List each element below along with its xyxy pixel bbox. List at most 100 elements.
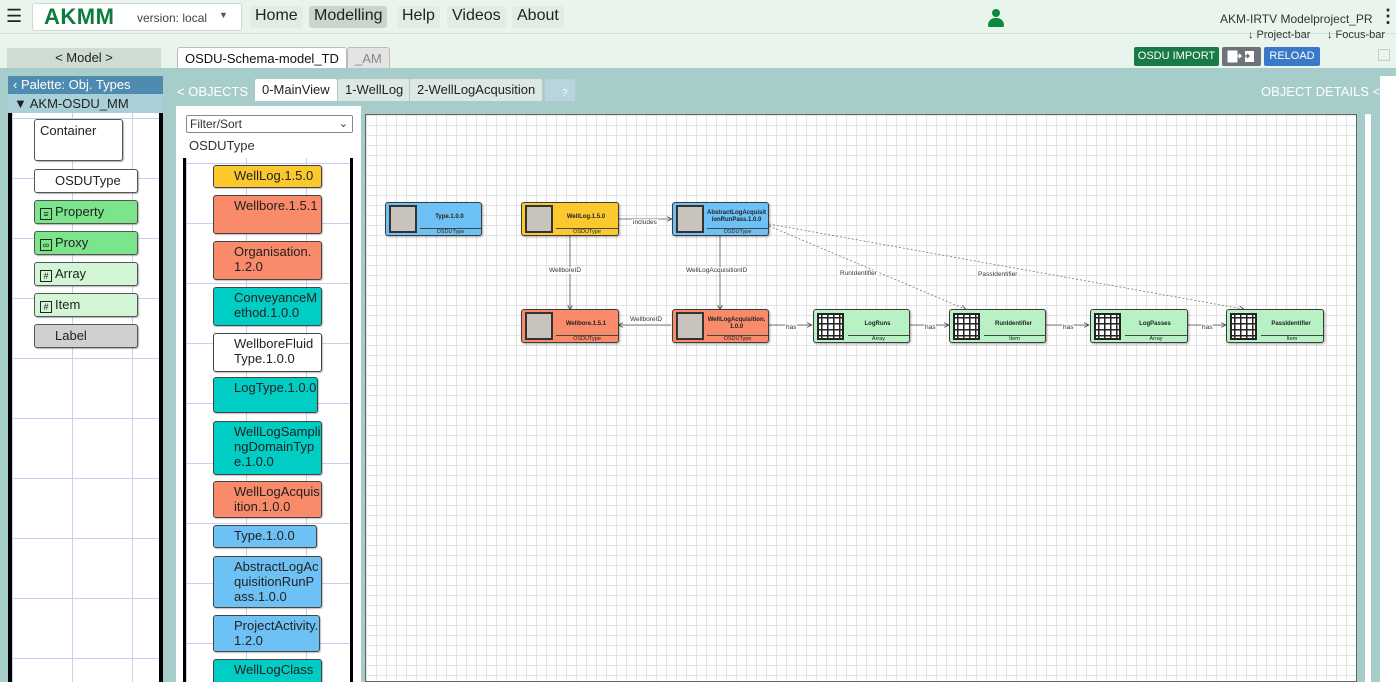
edge-label: WellboreID [548, 267, 583, 274]
edge-label: has [1062, 324, 1075, 331]
grid-icon: # [40, 270, 52, 282]
focus-bar-toggle[interactable]: ↓ Focus-bar [1327, 29, 1385, 41]
diagram-node-abstract-run-pass[interactable]: AbstractLogAcquisitionRunPass.1.0.0 OSDU… [672, 202, 769, 236]
node-type: Item [1261, 335, 1323, 342]
osdu-import-button[interactable]: OSDU IMPORT [1134, 47, 1219, 66]
palette-item-container[interactable]: Container [34, 119, 123, 161]
node-name: LogPasses [1139, 320, 1171, 327]
object-item[interactable]: WellLogClass [213, 659, 322, 682]
palette-item-property[interactable]: ≡ Property [34, 200, 138, 224]
object-item[interactable]: Organisation.1.2.0 [213, 241, 322, 280]
nav-videos[interactable]: Videos [447, 6, 506, 28]
edge-label: RunIdentifier [839, 270, 878, 277]
objects-toggle[interactable]: < OBJECTS [177, 84, 248, 99]
diagram-node-runidentifier[interactable]: RunIdentifier Item [949, 309, 1046, 343]
object-item[interactable]: ProjectActivity.1.2.0 [213, 615, 320, 652]
file-tab-osdu-schema[interactable]: OSDU-Schema-model_TD [177, 47, 347, 69]
object-image-icon [525, 205, 553, 233]
palette-header[interactable]: ‹ Palette: Obj. Types [8, 76, 163, 94]
reload-button[interactable]: RELOAD [1264, 47, 1320, 66]
nav-modelling[interactable]: Modelling [309, 6, 388, 28]
node-name: Wellbore.1.5.1 [565, 320, 607, 327]
help-icon[interactable]: ? [562, 88, 568, 99]
object-item[interactable]: Type.1.0.0 [213, 525, 317, 548]
palette-item-proxy[interactable]: ∞ Proxy [34, 231, 138, 255]
model-toolbar: < Model > OSDU-Schema-model_TD _AM OSDU … [0, 34, 1396, 69]
palette-item-label-type[interactable]: Label [34, 324, 138, 348]
filter-sort-select[interactable]: Filter/Sort ⌄ [186, 115, 353, 133]
object-image-icon [525, 312, 553, 340]
external-link-icon[interactable] [1378, 49, 1390, 61]
node-name: LogRuns [864, 320, 891, 327]
more-vertical-icon[interactable]: ⋮ [1379, 7, 1396, 25]
palette-item-label: Proxy [55, 235, 89, 250]
palette-metamodel[interactable]: ▼ AKM-OSDU_MM [8, 94, 163, 113]
user-icon[interactable] [988, 9, 1004, 27]
object-image-icon [389, 205, 417, 233]
diagram-node-welllog-acquisition[interactable]: WellLogAcquisition.1.0.0 OSDUType [672, 309, 769, 343]
nav-home[interactable]: Home [250, 6, 303, 28]
node-type: OSDUType [556, 228, 618, 235]
model-toggle-button[interactable]: < Model > [7, 48, 161, 68]
diagram-links [365, 114, 1357, 682]
grid-icon [1230, 313, 1257, 340]
metamodel-name: AKM-OSDU_MM [29, 96, 129, 111]
diagram-node-logruns[interactable]: LogRuns Array [813, 309, 910, 343]
diagram-node-welllog[interactable]: WellLog.1.5.0 OSDUType [521, 202, 619, 236]
export-import-icon-button[interactable] [1222, 47, 1261, 66]
palette-item-osdutype[interactable]: OSDUType [34, 169, 138, 193]
node-name: PassIdentifier [1271, 320, 1311, 327]
chevron-down-icon: ⌄ [338, 118, 348, 130]
nav-about[interactable]: About [512, 6, 564, 28]
tab-add-view[interactable] [544, 78, 576, 101]
project-bar-toggle[interactable]: ↓ Project-bar [1248, 29, 1310, 41]
node-name: AbstractLogAcquisitionRunPass.1.0.0 [707, 210, 767, 223]
grid-icon [817, 313, 844, 340]
objects-type-label: OSDUType [189, 138, 255, 153]
property-icon: ≡ [40, 208, 52, 220]
palette-item-label: Label [55, 328, 87, 343]
object-item[interactable]: ConveyanceMethod.1.0.0 [213, 287, 322, 326]
object-details-toggle[interactable]: OBJECT DETAILS < [1261, 84, 1380, 99]
hamburger-menu-icon[interactable]: ☰ [6, 7, 22, 25]
caret-down-icon[interactable]: ▼ [219, 10, 228, 20]
object-item[interactable]: WellboreFluidType.1.0.0 [213, 333, 322, 372]
node-type: Item [984, 335, 1045, 342]
object-image-icon [676, 205, 704, 233]
object-item[interactable]: AbstractLogAcquisitionRunPass.1.0.0 [213, 556, 322, 608]
node-type: OSDUType [707, 228, 768, 235]
object-item[interactable]: WellLog.1.5.0 [213, 165, 322, 188]
diagram-scrollbar[interactable] [1358, 106, 1380, 682]
node-name: RunIdentifier [995, 320, 1032, 327]
node-type: Array [1125, 335, 1187, 342]
grid-icon: # [40, 301, 52, 313]
edge-label: includes [632, 219, 658, 226]
file-tab-am[interactable]: _AM [347, 47, 390, 69]
details-panel-edge [1380, 76, 1396, 682]
diagram-node-logpasses[interactable]: LogPasses Array [1090, 309, 1188, 343]
node-name: WellLog.1.5.0 [566, 213, 606, 220]
nav-help[interactable]: Help [397, 6, 440, 28]
app-brand[interactable]: AKMM [44, 4, 114, 30]
object-item[interactable]: LogType.1.0.0 [213, 377, 318, 413]
node-name: Type.1.0.0 [435, 213, 464, 220]
palette-item-label: Property [55, 204, 105, 219]
filter-sort-value: Filter/Sort [190, 117, 243, 131]
object-image-icon [676, 312, 704, 340]
object-item[interactable]: WellLogSamplingDomainType.1.0.0 [213, 421, 322, 475]
diagram-node-wellbore[interactable]: Wellbore.1.5.1 OSDUType [521, 309, 619, 343]
palette-item-label: Item [55, 297, 81, 312]
diagram-node-type[interactable]: Type.1.0.0 OSDUType [385, 202, 482, 236]
tab-welllog[interactable]: 1-WellLog [337, 78, 412, 101]
link-runidentifier[interactable] [768, 225, 965, 309]
link-passidentifier[interactable] [768, 223, 1243, 309]
palette-item-array[interactable]: # Array [34, 262, 138, 286]
object-item[interactable]: WellLogAcquisition.1.0.0 [213, 481, 322, 518]
tab-welllog-acquisition[interactable]: 2-WellLogAcqusition [409, 78, 544, 101]
palette-item-item[interactable]: # Item [34, 293, 138, 317]
tab-main-view[interactable]: 0-MainView [254, 78, 338, 101]
diagram-node-passidentifier[interactable]: PassIdentifier Item [1226, 309, 1324, 343]
top-bar: ☰ AKMM version: local ▼ Home Modelling H… [0, 0, 1396, 34]
object-item[interactable]: Wellbore.1.5.1 [213, 195, 322, 234]
version-selector[interactable]: version: local [137, 11, 207, 25]
